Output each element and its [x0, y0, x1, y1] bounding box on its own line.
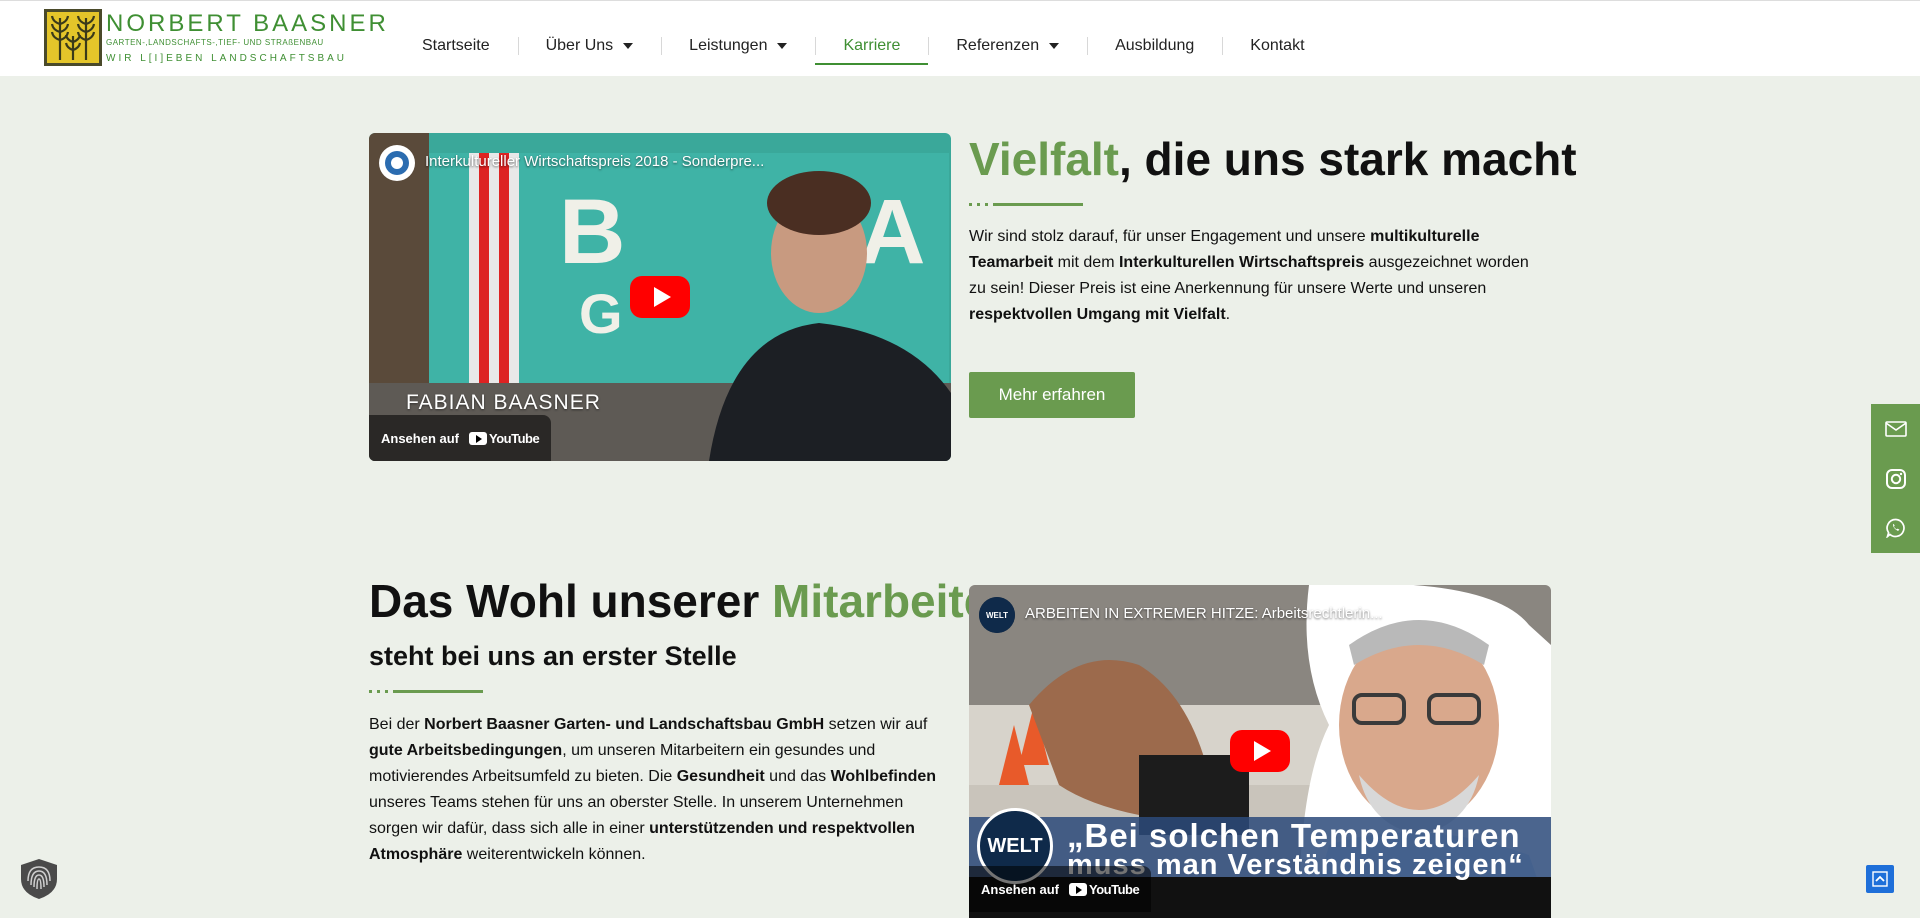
welt-logo-text: WELT — [987, 834, 1043, 857]
site-header: NORBERT BAASNER GARTEN-,LANDSCHAFTS-,TIE… — [0, 0, 1920, 76]
instagram-icon[interactable] — [1871, 454, 1920, 504]
section1-heading: Vielfalt, die uns stark macht — [969, 132, 1577, 186]
video-title[interactable]: Interkultureller Wirtschaftspreis 2018 -… — [425, 153, 764, 170]
welt-channel-avatar-icon[interactable]: WELT — [979, 597, 1015, 633]
platform-label: YouTube — [489, 430, 540, 446]
nav-item-leistungen[interactable]: Leistungen — [661, 27, 815, 65]
site-logo[interactable]: NORBERT BAASNER GARTEN-,LANDSCHAFTS-,TIE… — [44, 9, 389, 66]
logo-subtitle: GARTEN-,LANDSCHAFTS-,TIEF- UND STRAßENBA… — [106, 37, 324, 47]
platform-label: YouTube — [1089, 881, 1140, 897]
mehr-erfahren-button[interactable]: Mehr erfahren — [969, 372, 1135, 418]
section2-subheading: steht bei uns an erster Stelle — [369, 641, 737, 671]
chevron-down-icon — [777, 43, 788, 49]
nav-label: Karriere — [843, 37, 901, 54]
svg-text:B: B — [559, 181, 625, 283]
nav-label: Leistungen — [689, 37, 768, 54]
privacy-fingerprint-icon[interactable] — [17, 857, 61, 901]
video-title[interactable]: ARBEITEN IN EXTREMER HITZE: Arbeitsrecht… — [1025, 605, 1383, 622]
chevron-down-icon — [623, 43, 634, 49]
chevron-down-icon — [1049, 43, 1060, 49]
nav-label: Kontakt — [1250, 37, 1305, 54]
nav-item-startseite[interactable]: Startseite — [394, 27, 518, 65]
play-button[interactable] — [630, 276, 690, 318]
section2-paragraph: Bei der Norbert Baasner Garten- und Land… — [369, 716, 937, 863]
heading-divider — [369, 690, 483, 693]
nav-item-referenzen[interactable]: Referenzen — [928, 27, 1087, 65]
logo-slogan: WIR L[I]EBEN LANDSCHAFTSBAU — [106, 52, 348, 64]
nav-label: Über Uns — [545, 37, 614, 54]
watch-on-youtube-link[interactable]: Ansehen auf YouTube — [369, 415, 552, 461]
channel-badge-text: WELT — [985, 610, 1009, 620]
nav-label: Ausbildung — [1115, 37, 1195, 54]
youtube-logo-icon: YouTube — [1069, 881, 1140, 897]
nav-label: Referenzen — [956, 37, 1040, 54]
chevron-up-icon — [1872, 871, 1888, 887]
youtube-logo-icon: YouTube — [469, 430, 540, 446]
youtube-video-wirtschaftspreis[interactable]: B A G Interkultureller Wirtschaftspreis … — [369, 133, 951, 461]
heading-rest: , die uns stark macht — [1119, 133, 1577, 185]
nav-item-ueber-uns[interactable]: Über Uns — [517, 27, 662, 65]
nav-item-ausbildung[interactable]: Ausbildung — [1087, 27, 1222, 65]
main-navigation: Startseite Über Uns Leistungen Karriere … — [394, 27, 1333, 65]
nav-item-kontakt[interactable]: Kontakt — [1222, 27, 1332, 65]
watch-label: Ansehen auf — [381, 430, 460, 446]
social-sidebar — [1871, 404, 1920, 553]
youtube-video-hitze[interactable]: WELT ARBEITEN IN EXTREMER HITZE: Arbeits… — [969, 585, 1551, 918]
play-button[interactable] — [1230, 730, 1290, 772]
back-to-top-button[interactable] — [1866, 865, 1894, 893]
logo-emblem-icon — [44, 9, 102, 66]
mail-icon[interactable] — [1871, 404, 1920, 454]
section1-paragraph: Wir sind stolz darauf, für unser Engagem… — [969, 228, 1529, 323]
watch-label: Ansehen auf — [981, 881, 1060, 897]
nav-item-karriere[interactable]: Karriere — [815, 27, 929, 65]
logo-name: NORBERT BAASNER — [106, 9, 389, 37]
watch-on-youtube-link[interactable]: Ansehen auf YouTube — [969, 866, 1152, 912]
svg-text:G: G — [579, 282, 623, 345]
heading-divider — [969, 203, 1083, 206]
heading-rest: Das Wohl unserer — [369, 575, 773, 627]
nav-label: Startseite — [422, 37, 490, 54]
heading-highlight: Vielfalt — [969, 133, 1119, 185]
video-overlay-name: FABIAN BAASNER — [406, 391, 601, 414]
whatsapp-icon[interactable] — [1871, 503, 1920, 553]
channel-avatar-icon[interactable] — [379, 145, 415, 181]
section2-heading: Das Wohl unserer Mitarbeiter — [369, 574, 1007, 628]
